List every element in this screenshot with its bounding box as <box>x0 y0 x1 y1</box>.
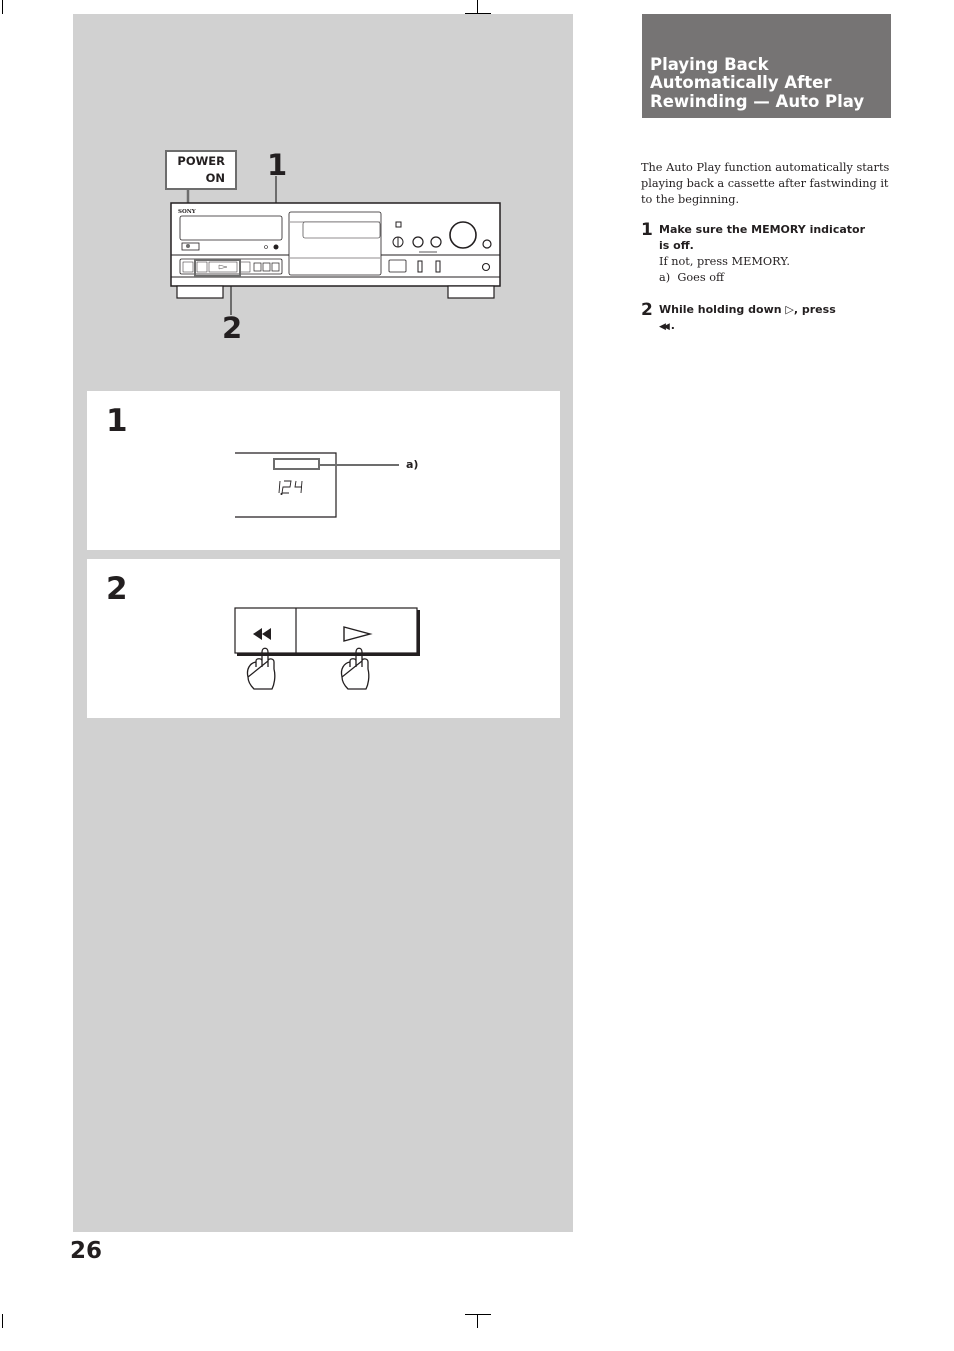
play-symbol-icon: ▷ <box>785 303 794 316</box>
step-1-heading-line1: Make sure the MEMORY indicator <box>659 223 866 236</box>
step-1-note: a) Goes off <box>659 271 725 284</box>
display-illustration <box>235 452 337 518</box>
step-2-heading-prefix: While holding down <box>659 303 782 316</box>
button-press-illustration <box>234 607 420 690</box>
memory-button <box>273 244 279 250</box>
page-number: 26 <box>70 1238 103 1264</box>
step-1-number: 1 <box>106 403 128 439</box>
brand-logo: SONY <box>178 209 196 215</box>
cassette-compartment <box>288 211 382 276</box>
intro-paragraph: The Auto Play function automatically sta… <box>641 161 890 206</box>
step-1-box: 1 a) 1.24 <box>87 391 560 550</box>
step-2-heading-middle: , press <box>793 303 836 316</box>
callout-1: 1 <box>267 148 288 182</box>
callout-a-label: a) <box>406 458 419 471</box>
crop-mark <box>2 0 3 14</box>
step-2-box: 2 <box>87 559 560 718</box>
crop-mark <box>465 1314 491 1315</box>
display-window <box>179 215 283 241</box>
deck-foot-left <box>176 285 224 299</box>
crop-mark <box>477 0 478 14</box>
step-1-instructions: 1 Make sure the MEMORY indicator is off.… <box>641 222 893 286</box>
step-1-heading-line2: is off. <box>659 239 694 252</box>
callout-2: 2 <box>222 311 243 345</box>
memory-indicator <box>273 458 320 470</box>
power-button <box>181 242 200 251</box>
rewind-symbol-icon: ◀◀ <box>659 322 670 332</box>
step-2-instructions: 2 While holding down ▷, press ◀◀ . <box>641 302 893 335</box>
volume-knob <box>449 221 477 249</box>
step-2-instr-number: 2 <box>641 300 653 320</box>
step-1-detail: If not, press MEMORY. <box>659 255 790 268</box>
step-1-instr-number: 1 <box>641 220 653 240</box>
counter-digits <box>278 480 303 496</box>
section-title: Playing Back Automatically After Rewindi… <box>650 54 865 111</box>
section-title-box: Playing Back Automatically After Rewindi… <box>642 14 891 118</box>
crop-mark <box>2 1314 3 1328</box>
step-2-number: 2 <box>106 571 128 607</box>
crop-mark <box>477 1314 478 1328</box>
power-label-line2: ON <box>205 171 225 185</box>
power-label-line1: POWER <box>177 154 225 168</box>
step-2-heading-suffix: . <box>670 319 675 332</box>
power-on-label: POWER ON <box>165 150 237 190</box>
deck-foot-right <box>447 285 495 299</box>
callout-line-a <box>320 464 399 466</box>
